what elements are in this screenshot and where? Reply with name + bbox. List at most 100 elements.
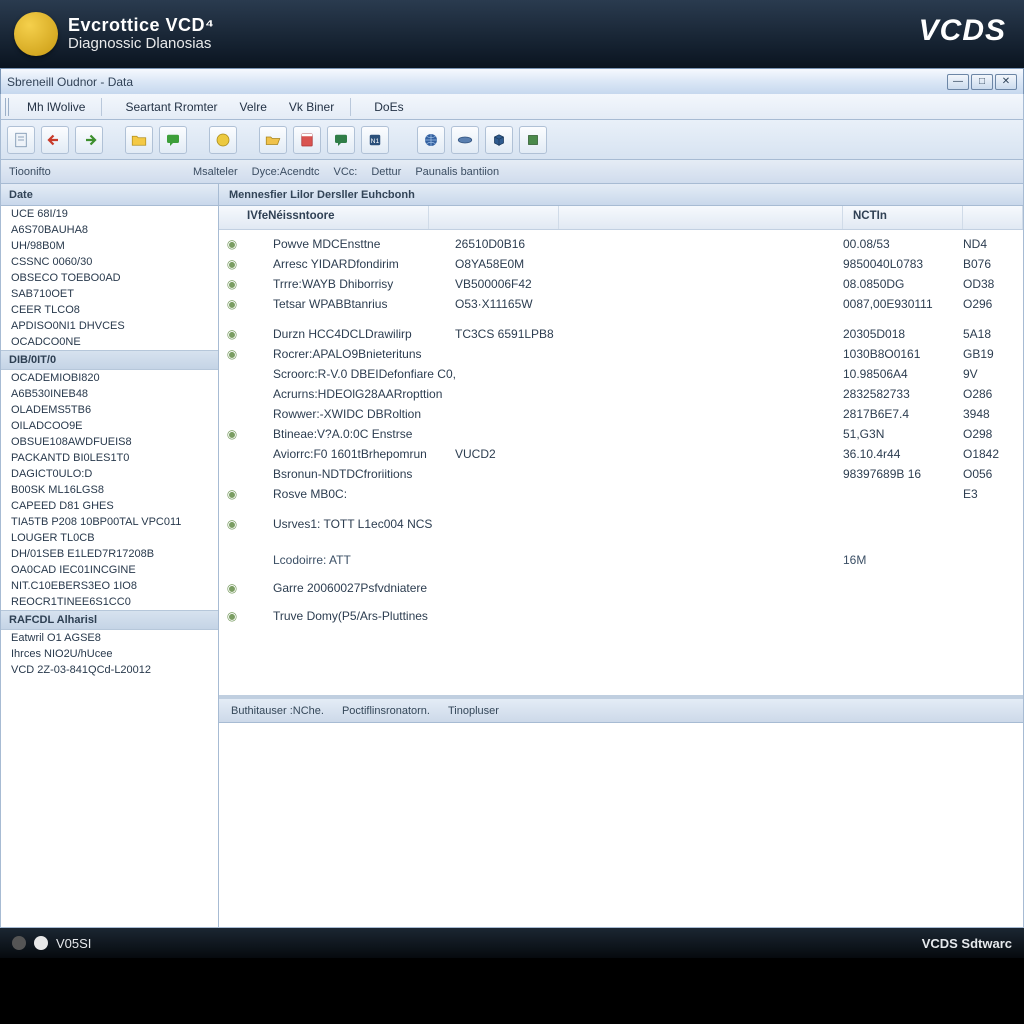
book-icon[interactable] bbox=[293, 126, 321, 154]
sidebar-item[interactable]: TIA5TB P208 10BP00TAL VPC011 bbox=[1, 514, 218, 530]
main-header: Mennesfier Lilor Dersller Euhcbonh bbox=[219, 184, 1023, 206]
chat-green-icon[interactable] bbox=[159, 126, 187, 154]
sidebar-item[interactable]: UCE 68I/19 bbox=[1, 206, 218, 222]
menu-item-4[interactable]: DoEs bbox=[364, 97, 413, 117]
subheader-item-1[interactable]: Dyce:Acendtc bbox=[252, 166, 320, 178]
badge-icon[interactable]: N1 bbox=[361, 126, 389, 154]
summary-value: 16M bbox=[843, 553, 963, 567]
sidebar-item[interactable]: OLADEMS5TB6 bbox=[1, 402, 218, 418]
table-row[interactable]: ◉Tetsar WPABBtanriusO53·X11165W0087,00E9… bbox=[219, 294, 1023, 314]
table-row[interactable]: ◉Arresc YIDARDfondirimO8YA58E0M9850040L0… bbox=[219, 254, 1023, 274]
folder-yellow-icon[interactable] bbox=[125, 126, 153, 154]
sidebar-item[interactable]: NIT.C10EBERS3EO 1IO8 bbox=[1, 578, 218, 594]
window-title: Sbreneill Oudnor - Data bbox=[7, 75, 133, 89]
chat-blue-icon[interactable] bbox=[327, 126, 355, 154]
sidebar-item[interactable]: LOUGER TL0CB bbox=[1, 530, 218, 546]
row-icon: ◉ bbox=[219, 237, 245, 251]
cell-name: Rowwer:-XWIDC DBRoltion bbox=[245, 407, 455, 421]
table-row[interactable]: ◉Rocrer:APALO9Bnieterituns1030B8O0161GB1… bbox=[219, 344, 1023, 364]
close-button[interactable]: ✕ bbox=[995, 74, 1017, 90]
subheader-item-3[interactable]: Dettur bbox=[371, 166, 401, 178]
cell-value: 26510D0B16 bbox=[455, 237, 585, 251]
sidebar-item[interactable]: DAGICT0ULO:D bbox=[1, 466, 218, 482]
brand-right-label: VCDS bbox=[919, 14, 1006, 48]
sidebar-item[interactable]: PACKANTD BI0LES1T0 bbox=[1, 450, 218, 466]
cell-nctin: 20305D018 bbox=[843, 327, 963, 341]
subheader-item-4[interactable]: Paunalis bantiion bbox=[415, 166, 499, 178]
sidebar-item[interactable]: APDISO0NI1 DHVCES bbox=[1, 318, 218, 334]
table-row[interactable]: ◉Trrre:WAYB DhiborrisyVB500006F4208.0850… bbox=[219, 274, 1023, 294]
sidebar-item[interactable]: VCD 2Z-03-841QCd-L20012 bbox=[1, 662, 218, 678]
footer-left-label: V05SI bbox=[56, 936, 91, 951]
menu-item-3[interactable]: Vk Biner bbox=[279, 97, 344, 117]
sidebar-item[interactable]: Eatwril O1 AGSE8 bbox=[1, 630, 218, 646]
menu-item-1[interactable]: Seartant Rromter bbox=[115, 97, 227, 117]
tube-icon[interactable] bbox=[451, 126, 479, 154]
cell-nctin: 2832582733 bbox=[843, 387, 963, 401]
doc-icon[interactable] bbox=[7, 126, 35, 154]
sidebar-item[interactable]: CSSNC 0060/30 bbox=[1, 254, 218, 270]
sidebar-item[interactable]: OILADCOO9E bbox=[1, 418, 218, 434]
cell-value: VB500006F42 bbox=[455, 277, 585, 291]
cell-nctin: 1030B8O0161 bbox=[843, 347, 963, 361]
col-header-nctin[interactable]: NCTIn bbox=[843, 206, 963, 229]
row-icon: ◉ bbox=[219, 517, 245, 531]
sidebar-item[interactable]: DH/01SEB E1LED7R17208B bbox=[1, 546, 218, 562]
sidebar-item[interactable]: OA0CAD IEC01INCGINE bbox=[1, 562, 218, 578]
table-row[interactable]: Aviorrc:F0 1601tBrhepomrunVUCD236.10.4r4… bbox=[219, 444, 1023, 464]
table-row[interactable]: ◉Durzn HCC4DCLDrawilirpTC3CS 6591LPB8203… bbox=[219, 324, 1023, 344]
subheader-item-2[interactable]: VCc: bbox=[334, 166, 358, 178]
col-header-name[interactable]: IVfeNéissntoore bbox=[219, 206, 429, 229]
subheader-item-0[interactable]: Msalteler bbox=[193, 166, 238, 178]
sidebar-item[interactable]: A6B530INEB48 bbox=[1, 386, 218, 402]
sidebar-item[interactable]: UH/98B0M bbox=[1, 238, 218, 254]
bottom-panel: Buthitauser :NChe. Poctiflinsronatorn. T… bbox=[219, 695, 1023, 927]
table-row[interactable]: ◉Rosve MB0C:E3 bbox=[219, 484, 1023, 504]
sidebar-item[interactable]: CEER TLCO8 bbox=[1, 302, 218, 318]
table-row[interactable]: Bsronun-NDTDCfroriitions98397689B 16O056 bbox=[219, 464, 1023, 484]
sidebar-item[interactable]: OCADCO0NE bbox=[1, 334, 218, 350]
table-row[interactable]: Scroorc:R-V.0 DBEIDefonfiare C0, 0768698… bbox=[219, 364, 1023, 384]
sidebar-item[interactable]: A6S70BAUHA8 bbox=[1, 222, 218, 238]
sidebar-item[interactable]: OBSUE108AWDFUEIS8 bbox=[1, 434, 218, 450]
col-header-value[interactable] bbox=[429, 206, 559, 229]
table-row[interactable]: ◉Garre 20060027Psfvdniatere bbox=[219, 578, 1023, 598]
folder-open-icon[interactable] bbox=[259, 126, 287, 154]
square-icon[interactable] bbox=[519, 126, 547, 154]
brand-text: Evcrottice VCD⁴ Diagnossic Dlanosias bbox=[68, 16, 214, 52]
cell-name: Durzn HCC4DCLDrawilirp bbox=[245, 327, 455, 341]
table-row[interactable]: ◉Btineae:V?A.0:0C Enstrse51,G3NO298 bbox=[219, 424, 1023, 444]
svg-text:N1: N1 bbox=[371, 138, 380, 145]
minimize-button[interactable]: — bbox=[947, 74, 969, 90]
table-row[interactable]: ◉Usrves1: TOTT L1ec004 NCS bbox=[219, 514, 1023, 534]
arrow-green-icon[interactable] bbox=[75, 126, 103, 154]
sidebar-item[interactable]: CAPEED D81 GHES bbox=[1, 498, 218, 514]
cell-value: O8YA58E0M bbox=[455, 257, 585, 271]
cell-value: TC3CS 6591LPB8 bbox=[455, 327, 585, 341]
maximize-button[interactable]: □ bbox=[971, 74, 993, 90]
sphere-yellow-icon[interactable] bbox=[209, 126, 237, 154]
row-icon: ◉ bbox=[219, 427, 245, 441]
sidebar-item[interactable]: B00SK ML16LGS8 bbox=[1, 482, 218, 498]
col-header-last[interactable] bbox=[963, 206, 1023, 229]
bottom-tab-2[interactable]: Tinopluser bbox=[448, 705, 499, 717]
menu-item-0[interactable]: Mh lWolive bbox=[17, 97, 95, 117]
sidebar-item[interactable]: SAB710OET bbox=[1, 286, 218, 302]
sidebar-item[interactable]: Ihrces NIO2U/hUcee bbox=[1, 646, 218, 662]
sidebar-item[interactable]: OBSECO TOEBO0AD bbox=[1, 270, 218, 286]
subheader-label: Tioonifto bbox=[9, 166, 179, 178]
table-row[interactable]: ◉Truve Domy(P5/Ars-Pluttines bbox=[219, 606, 1023, 626]
table-row[interactable]: Rowwer:-XWIDC DBRoltion2817B6E7.43948 bbox=[219, 404, 1023, 424]
table-row[interactable]: Acrurns:HDEOlG28AARropttion2832582733O28… bbox=[219, 384, 1023, 404]
bottom-tab-1[interactable]: Poctiflinsronatorn. bbox=[342, 705, 430, 717]
globe-icon[interactable] bbox=[417, 126, 445, 154]
sidebar-item[interactable]: OCADEMIOBI820 bbox=[1, 370, 218, 386]
bottom-content bbox=[219, 723, 1023, 927]
menu-item-2[interactable]: Velre bbox=[230, 97, 277, 117]
sidebar-item[interactable]: REOCR1TINEE6S1CC0 bbox=[1, 594, 218, 610]
arrow-red-icon[interactable] bbox=[41, 126, 69, 154]
cube-icon[interactable] bbox=[485, 126, 513, 154]
cell-code: OD38 bbox=[963, 277, 1023, 291]
table-row[interactable]: ◉Powve MDCEnsttne26510D0B1600.08/53ND4 bbox=[219, 234, 1023, 254]
bottom-tab-0[interactable]: Buthitauser :NChe. bbox=[231, 705, 324, 717]
